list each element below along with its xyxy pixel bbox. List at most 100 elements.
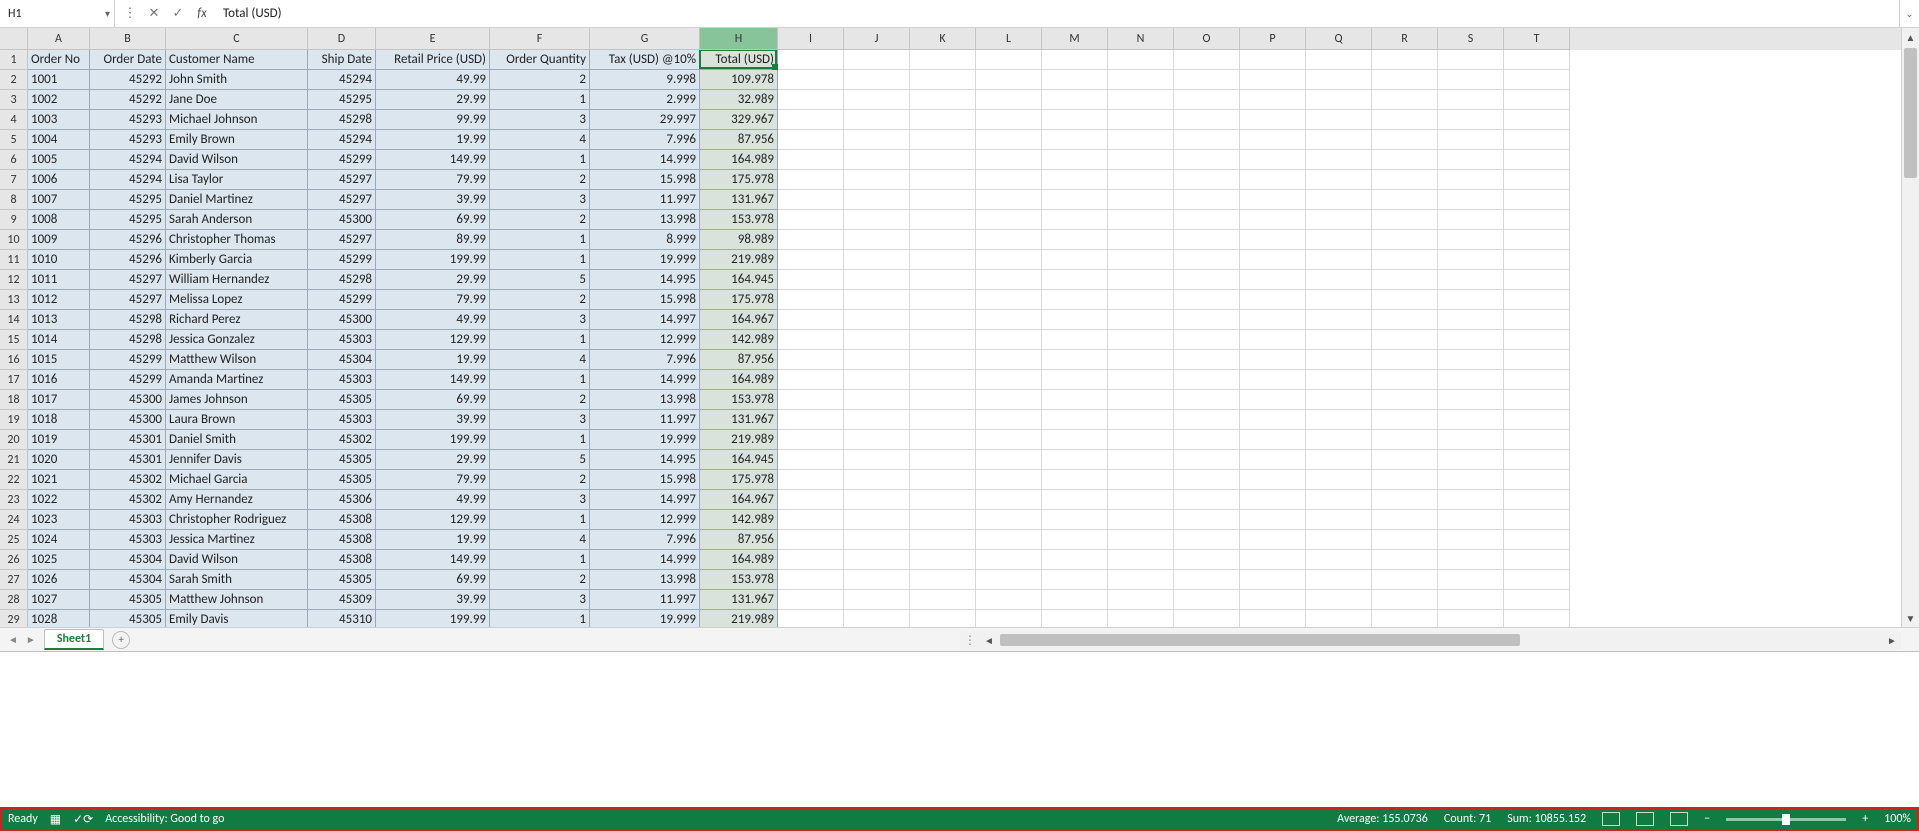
cell[interactable] — [1372, 150, 1438, 170]
cell[interactable] — [844, 250, 910, 270]
cell[interactable] — [844, 410, 910, 430]
data-cell[interactable]: 45300 — [90, 410, 166, 430]
data-cell[interactable]: 129.99 — [376, 330, 490, 350]
cell[interactable] — [1306, 490, 1372, 510]
cell[interactable] — [1438, 390, 1504, 410]
cell[interactable] — [1240, 210, 1306, 230]
data-cell[interactable]: 175.978 — [700, 470, 778, 490]
cell[interactable] — [910, 290, 976, 310]
cell[interactable] — [1438, 130, 1504, 150]
column-header-S[interactable]: S — [1438, 28, 1504, 50]
cell[interactable] — [976, 170, 1042, 190]
cell[interactable] — [976, 250, 1042, 270]
cell[interactable] — [1372, 70, 1438, 90]
cell[interactable] — [1042, 250, 1108, 270]
header-cell[interactable]: Ship Date — [308, 50, 376, 70]
data-cell[interactable]: 1021 — [28, 470, 90, 490]
data-cell[interactable]: Matthew Johnson — [166, 590, 308, 610]
data-cell[interactable]: 45295 — [308, 90, 376, 110]
cell[interactable] — [1372, 130, 1438, 150]
cell[interactable] — [910, 90, 976, 110]
sheet-prev-icon[interactable]: ◄ — [8, 633, 18, 646]
cell[interactable] — [1108, 350, 1174, 370]
data-cell[interactable]: 87.956 — [700, 350, 778, 370]
cell[interactable] — [1042, 570, 1108, 590]
cell[interactable] — [1372, 590, 1438, 610]
cell[interactable] — [1108, 70, 1174, 90]
data-cell[interactable]: 2 — [490, 70, 590, 90]
cell[interactable] — [1372, 330, 1438, 350]
data-cell[interactable]: Sarah Anderson — [166, 210, 308, 230]
data-cell[interactable]: 45302 — [90, 490, 166, 510]
data-cell[interactable]: 45305 — [308, 470, 376, 490]
cell[interactable] — [1042, 310, 1108, 330]
cell[interactable] — [910, 230, 976, 250]
data-cell[interactable]: 219.989 — [700, 610, 778, 627]
cell[interactable] — [1240, 50, 1306, 70]
cell[interactable] — [1240, 110, 1306, 130]
cell[interactable] — [844, 390, 910, 410]
data-cell[interactable]: 1 — [490, 430, 590, 450]
cell[interactable] — [1042, 50, 1108, 70]
cell[interactable] — [1174, 330, 1240, 350]
row-header-25[interactable]: 25 — [0, 530, 28, 550]
cell[interactable] — [844, 570, 910, 590]
cell[interactable] — [1504, 330, 1570, 350]
data-cell[interactable]: 45302 — [308, 430, 376, 450]
cell[interactable] — [1042, 210, 1108, 230]
cell[interactable] — [1504, 230, 1570, 250]
data-cell[interactable]: 45299 — [308, 150, 376, 170]
cell[interactable] — [1438, 610, 1504, 627]
cell[interactable] — [1174, 310, 1240, 330]
cell[interactable] — [1174, 370, 1240, 390]
cell[interactable] — [1372, 410, 1438, 430]
cell[interactable] — [1174, 70, 1240, 90]
data-cell[interactable]: 3 — [490, 190, 590, 210]
cell[interactable] — [1372, 570, 1438, 590]
data-cell[interactable]: 1016 — [28, 370, 90, 390]
cell[interactable] — [778, 410, 844, 430]
row-header-4[interactable]: 4 — [0, 110, 28, 130]
data-cell[interactable]: 45293 — [90, 110, 166, 130]
cell[interactable] — [1174, 590, 1240, 610]
column-header-T[interactable]: T — [1504, 28, 1570, 50]
cell[interactable] — [1306, 610, 1372, 627]
cancel-icon[interactable]: ✕ — [147, 6, 161, 21]
cell[interactable] — [976, 390, 1042, 410]
cell[interactable] — [844, 550, 910, 570]
cell[interactable] — [910, 430, 976, 450]
cell[interactable] — [1504, 350, 1570, 370]
data-cell[interactable]: William Hernandez — [166, 270, 308, 290]
cell[interactable] — [1306, 590, 1372, 610]
cell[interactable] — [1504, 510, 1570, 530]
cell[interactable] — [1372, 350, 1438, 370]
cell[interactable] — [1504, 50, 1570, 70]
cell[interactable] — [778, 310, 844, 330]
data-cell[interactable]: 153.978 — [700, 210, 778, 230]
cell[interactable] — [1372, 110, 1438, 130]
cell[interactable] — [1306, 570, 1372, 590]
cell[interactable] — [844, 190, 910, 210]
data-cell[interactable]: 1 — [490, 370, 590, 390]
cell[interactable] — [778, 390, 844, 410]
cell[interactable] — [1240, 310, 1306, 330]
cell[interactable] — [1174, 110, 1240, 130]
data-cell[interactable]: 3 — [490, 410, 590, 430]
cell[interactable] — [1108, 550, 1174, 570]
cell[interactable] — [1438, 550, 1504, 570]
data-cell[interactable]: 1026 — [28, 570, 90, 590]
data-cell[interactable]: 45304 — [308, 350, 376, 370]
cell[interactable] — [976, 330, 1042, 350]
data-cell[interactable]: 45308 — [308, 530, 376, 550]
cell[interactable] — [1042, 510, 1108, 530]
data-cell[interactable]: 1002 — [28, 90, 90, 110]
row-header-28[interactable]: 28 — [0, 590, 28, 610]
cell[interactable] — [1174, 550, 1240, 570]
cell[interactable] — [1306, 110, 1372, 130]
cell[interactable] — [1306, 90, 1372, 110]
data-cell[interactable]: Jane Doe — [166, 90, 308, 110]
data-cell[interactable]: 1 — [490, 330, 590, 350]
cell[interactable] — [1108, 190, 1174, 210]
data-cell[interactable]: 45304 — [90, 550, 166, 570]
cell[interactable] — [1504, 470, 1570, 490]
